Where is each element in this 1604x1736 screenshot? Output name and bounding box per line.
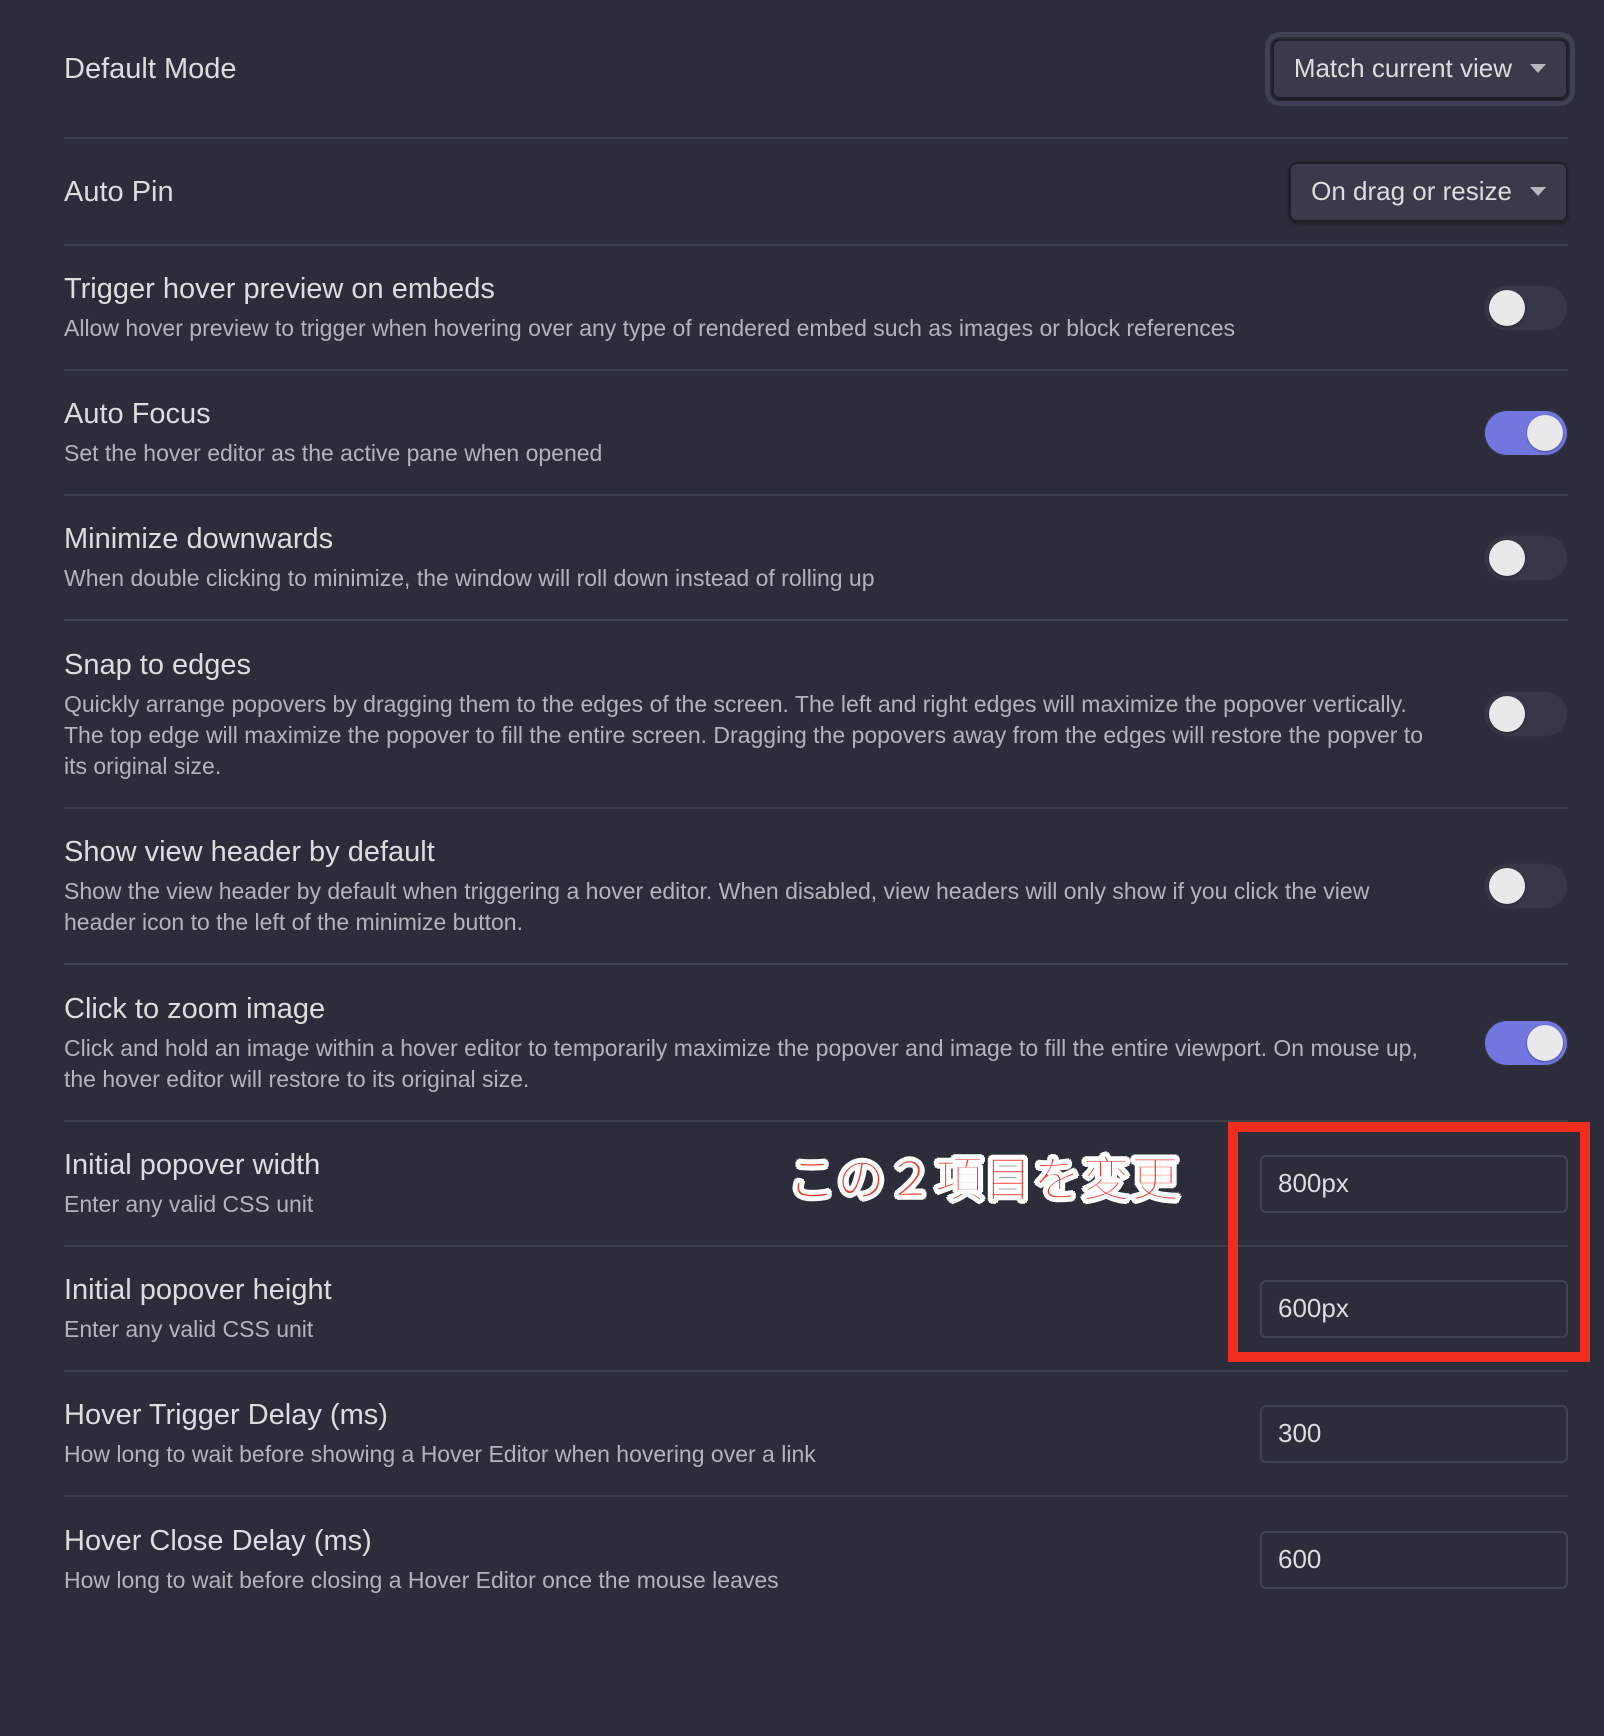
setting-description: Set the hover editor as the active pane …	[64, 440, 603, 466]
snap-to-edges-toggle[interactable]	[1484, 691, 1568, 737]
dropdown-value: On drag or resize	[1311, 176, 1512, 206]
toggle-knob	[1489, 868, 1525, 904]
setting-title: Initial popover height	[64, 1274, 332, 1306]
setting-hover-close-delay: Hover Close Delay (ms) How long to wait …	[64, 1497, 1568, 1622]
setting-description: When double clicking to minimize, the wi…	[64, 565, 875, 591]
toggle-knob	[1489, 289, 1525, 326]
minimize-downwards-toggle[interactable]	[1484, 534, 1568, 581]
hover-close-delay-input[interactable]	[1260, 1530, 1568, 1589]
setting-title: Show view header by default	[64, 836, 435, 868]
setting-show-view-header: Show view header by default Show the vie…	[64, 809, 1568, 965]
setting-click-to-zoom: Click to zoom image Click and hold an im…	[64, 965, 1568, 1122]
setting-minimize-downwards: Minimize downwards When double clicking …	[64, 496, 1568, 621]
setting-description: Show the view header by default when tri…	[64, 878, 1370, 935]
trigger-hover-embeds-toggle[interactable]	[1484, 284, 1568, 331]
setting-hover-trigger-delay: Hover Trigger Delay (ms) How long to wai…	[64, 1372, 1568, 1497]
setting-default-mode: Default Mode Match current view	[64, 0, 1576, 139]
setting-title: Auto Focus	[64, 398, 211, 430]
hover-trigger-delay-input[interactable]	[1260, 1404, 1568, 1463]
setting-title: Hover Trigger Delay (ms)	[64, 1399, 388, 1431]
auto-pin-dropdown[interactable]: On drag or resize	[1289, 161, 1568, 222]
setting-description: Allow hover preview to trigger when hove…	[64, 315, 1236, 341]
annotation-highlight-box	[1228, 1122, 1590, 1362]
setting-title: Default Mode	[64, 52, 237, 85]
setting-title: Snap to edges	[64, 648, 252, 681]
default-mode-dropdown[interactable]: Match current view	[1264, 31, 1576, 106]
setting-auto-pin: Auto Pin On drag or resize	[64, 139, 1568, 246]
setting-description: How long to wait before closing a Hover …	[64, 1567, 779, 1593]
setting-title: Click to zoom image	[64, 992, 326, 1025]
setting-description: Click and hold an image within a hover e…	[64, 1034, 1418, 1092]
show-view-header-toggle[interactable]	[1484, 863, 1568, 909]
setting-description: How long to wait before showing a Hover …	[64, 1441, 816, 1467]
chevron-down-icon	[1530, 187, 1546, 196]
annotation-label: この２項目を変更	[787, 1152, 1181, 1209]
chevron-down-icon	[1530, 64, 1546, 73]
setting-auto-focus: Auto Focus Set the hover editor as the a…	[64, 371, 1568, 496]
toggle-knob	[1489, 696, 1525, 732]
toggle-knob	[1489, 539, 1525, 576]
dropdown-value: Match current view	[1293, 53, 1512, 83]
setting-title: Minimize downwards	[64, 523, 334, 555]
setting-trigger-hover-embeds: Trigger hover preview on embeds Allow ho…	[64, 246, 1568, 371]
click-to-zoom-toggle[interactable]	[1484, 1019, 1568, 1066]
setting-snap-to-edges: Snap to edges Quickly arrange popovers b…	[64, 621, 1568, 809]
toggle-knob	[1527, 414, 1563, 451]
setting-description: Quickly arrange popovers by dragging the…	[64, 690, 1423, 779]
settings-list: Default Mode Match current view Auto Pin…	[64, 0, 1576, 1622]
setting-title: Auto Pin	[64, 175, 174, 208]
setting-title: Trigger hover preview on embeds	[64, 273, 495, 305]
auto-focus-toggle[interactable]	[1484, 409, 1568, 456]
toggle-knob	[1527, 1024, 1563, 1061]
setting-description: Enter any valid CSS unit	[64, 1316, 314, 1342]
setting-title: Hover Close Delay (ms)	[64, 1525, 372, 1557]
